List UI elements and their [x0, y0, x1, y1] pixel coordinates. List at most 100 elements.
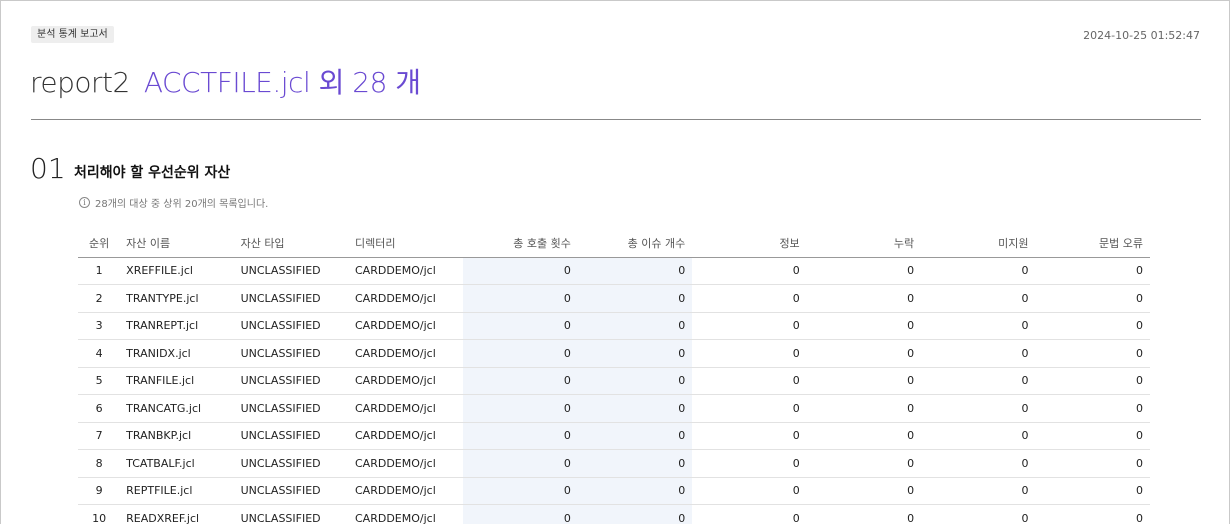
- cell-directory: CARDDEMO/jcl: [349, 257, 464, 285]
- cell-missing: 0: [806, 284, 922, 313]
- cell-missing: 0: [806, 257, 922, 285]
- cell-missing: 0: [806, 449, 922, 478]
- cell-info: 0: [692, 367, 807, 395]
- cell-total-calls: 0: [463, 312, 578, 340]
- cell-total-calls: 0: [463, 284, 578, 313]
- col-info: 정보: [692, 229, 807, 258]
- cell-directory: CARDDEMO/jcl: [349, 422, 464, 450]
- cell-rank: 10: [78, 504, 121, 524]
- report-files: ACCTFILE.jcl 외 28 개: [143, 66, 421, 99]
- cell-missing: 0: [806, 504, 922, 524]
- cell-asset-name: TCATBALF.jcl: [120, 449, 235, 478]
- cell-asset-type: UNCLASSIFIED: [234, 422, 349, 450]
- cell-info: 0: [692, 312, 807, 340]
- col-unsupported: 미지원: [921, 229, 1036, 258]
- cell-asset-type: UNCLASSIFIED: [234, 367, 349, 395]
- cell-asset-name: TRANIDX.jcl: [120, 339, 235, 368]
- cell-unsupported: 0: [921, 449, 1036, 478]
- cell-total-issues: 0: [577, 449, 693, 478]
- cell-rank: 3: [78, 312, 121, 340]
- table-header-row: 순위 자산 이름 자산 타입 디렉터리 총 호출 횟수 총 이슈 개수 정보 누…: [78, 229, 1150, 258]
- cell-total-calls: 0: [463, 449, 578, 478]
- cell-syntax-error: 0: [1035, 477, 1150, 505]
- cell-directory: CARDDEMO/jcl: [349, 394, 464, 423]
- section-number: 01: [30, 152, 66, 185]
- cell-rank: 2: [78, 284, 121, 313]
- table-row: 1 XREFFILE.jcl UNCLASSIFIED CARDDEMO/jcl 0 0 0…: [78, 257, 1150, 285]
- cell-syntax-error: 0: [1035, 257, 1150, 285]
- priority-assets-table: 순위 자산 이름 자산 타입 디렉터리 총 호출 횟수 총 이슈 개수 정보 누…: [78, 229, 1150, 524]
- cell-info: 0: [692, 477, 807, 505]
- cell-total-calls: 0: [463, 339, 578, 368]
- cell-missing: 0: [806, 339, 922, 368]
- report-title: report2 ACCTFILE.jcl 외 28 개: [30, 63, 421, 103]
- cell-syntax-error: 0: [1035, 339, 1150, 368]
- section-title: 처리해야 할 우선순위 자산: [74, 165, 231, 181]
- cell-asset-name: TRANFILE.jcl: [120, 367, 235, 395]
- cell-missing: 0: [806, 422, 922, 450]
- cell-unsupported: 0: [921, 257, 1036, 285]
- cell-rank: 9: [78, 477, 121, 505]
- cell-syntax-error: 0: [1035, 422, 1150, 450]
- table-row: 6 TRANCATG.jcl UNCLASSIFIED CARDDEMO/jcl 0 0 0…: [78, 394, 1150, 423]
- cell-info: 0: [692, 504, 807, 524]
- cell-syntax-error: 0: [1035, 504, 1150, 524]
- cell-directory: CARDDEMO/jcl: [349, 367, 464, 395]
- table-row: 7 TRANBKP.jcl UNCLASSIFIED CARDDEMO/jcl 0 0 0 0…: [78, 422, 1150, 450]
- col-total-calls: 총 호출 횟수: [463, 229, 578, 258]
- cell-directory: CARDDEMO/jcl: [349, 477, 464, 505]
- cell-info: 0: [692, 449, 807, 478]
- cell-asset-type: UNCLASSIFIED: [234, 394, 349, 423]
- table-row: 4 TRANIDX.jcl UNCLASSIFIED CARDDEMO/jcl 0 0 0 0…: [78, 339, 1150, 368]
- section-note-text: 28개의 대상 중 상위 20개의 목록입니다.: [95, 199, 269, 210]
- cell-asset-type: UNCLASSIFIED: [234, 257, 349, 285]
- report-type-badge: 분석 통계 보고서: [31, 26, 114, 43]
- col-rank: 순위: [78, 229, 121, 258]
- cell-unsupported: 0: [921, 339, 1036, 368]
- cell-info: 0: [692, 257, 807, 285]
- cell-missing: 0: [806, 477, 922, 505]
- col-directory: 디렉터리: [349, 229, 464, 258]
- cell-directory: CARDDEMO/jcl: [349, 284, 464, 313]
- cell-missing: 0: [806, 367, 922, 395]
- cell-rank: 1: [78, 257, 121, 285]
- col-missing: 누락: [806, 229, 922, 258]
- cell-total-calls: 0: [463, 504, 578, 524]
- cell-asset-type: UNCLASSIFIED: [234, 312, 349, 340]
- cell-asset-name: TRANBKP.jcl: [120, 422, 235, 450]
- cell-total-issues: 0: [577, 367, 693, 395]
- section-note: i 28개의 대상 중 상위 20개의 목록입니다.: [79, 195, 268, 210]
- cell-directory: CARDDEMO/jcl: [349, 339, 464, 368]
- cell-total-calls: 0: [463, 367, 578, 395]
- cell-asset-name: REPTFILE.jcl: [120, 477, 235, 505]
- cell-total-issues: 0: [577, 422, 693, 450]
- title-divider: [31, 119, 1201, 120]
- cell-total-issues: 0: [577, 394, 693, 423]
- cell-missing: 0: [806, 312, 922, 340]
- col-asset-name: 자산 이름: [120, 229, 235, 258]
- cell-missing: 0: [806, 394, 922, 423]
- cell-rank: 4: [78, 339, 121, 368]
- cell-rank: 8: [78, 449, 121, 478]
- cell-asset-type: UNCLASSIFIED: [234, 449, 349, 478]
- info-icon: i: [79, 197, 90, 208]
- cell-syntax-error: 0: [1035, 284, 1150, 313]
- cell-total-issues: 0: [577, 504, 693, 524]
- cell-asset-type: UNCLASSIFIED: [234, 284, 349, 313]
- cell-rank: 6: [78, 394, 121, 423]
- col-total-issues: 총 이슈 개수: [577, 229, 693, 258]
- cell-syntax-error: 0: [1035, 312, 1150, 340]
- cell-total-issues: 0: [577, 312, 693, 340]
- cell-total-calls: 0: [463, 257, 578, 285]
- table-row: 5 TRANFILE.jcl UNCLASSIFIED CARDDEMO/jcl 0 0 0…: [78, 367, 1150, 395]
- cell-asset-name: TRANTYPE.jcl: [120, 284, 235, 313]
- cell-directory: CARDDEMO/jcl: [349, 449, 464, 478]
- cell-unsupported: 0: [921, 394, 1036, 423]
- cell-rank: 7: [78, 422, 121, 450]
- cell-directory: CARDDEMO/jcl: [349, 504, 464, 524]
- cell-syntax-error: 0: [1035, 449, 1150, 478]
- cell-asset-name: READXREF.jcl: [120, 504, 235, 524]
- cell-total-calls: 0: [463, 422, 578, 450]
- cell-total-issues: 0: [577, 257, 693, 285]
- table-row: 10 READXREF.jcl UNCLASSIFIED CARDDEMO/jcl 0 0…: [78, 504, 1150, 524]
